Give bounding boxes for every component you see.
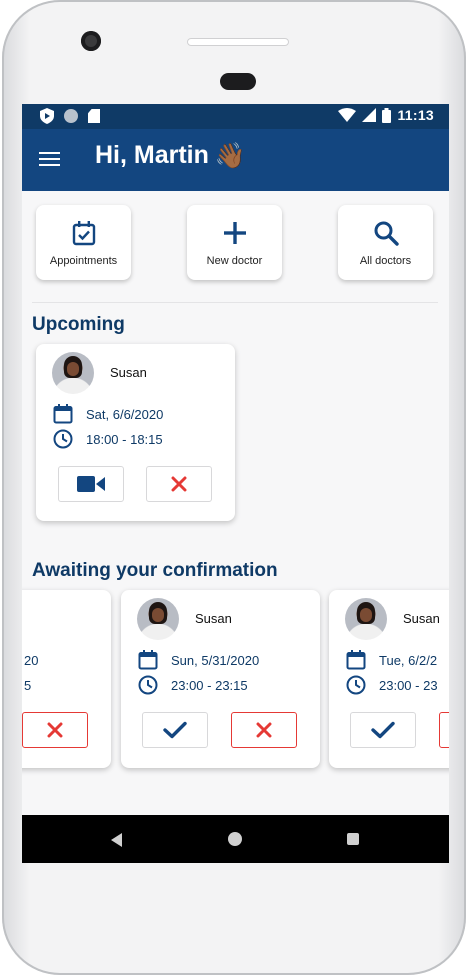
calendar-icon xyxy=(346,650,366,670)
awaiting-card[interactable]: Susan Tue, 6/2/2 23:00 - 23 xyxy=(329,590,449,768)
back-icon[interactable] xyxy=(111,833,122,847)
clock-icon xyxy=(53,429,73,449)
decline-button[interactable] xyxy=(439,712,449,748)
app-screen: 11:13 Hi, Martin 👋🏾 Appointments New doct… xyxy=(22,104,449,863)
awaiting-title: Awaiting your confirmation xyxy=(32,560,278,581)
shield-icon xyxy=(40,108,54,124)
close-icon xyxy=(47,722,63,738)
upcoming-title: Upcoming xyxy=(32,314,125,335)
plus-icon xyxy=(223,222,246,244)
doctor-avatar xyxy=(345,598,387,640)
confirm-button[interactable] xyxy=(350,712,416,748)
appointment-date: Sat, 6/6/2020 xyxy=(86,407,164,422)
checkmark-icon xyxy=(163,721,187,739)
close-icon xyxy=(171,476,187,492)
clock-icon xyxy=(346,675,366,695)
recent-apps-icon[interactable] xyxy=(347,833,359,845)
calendar-check-icon xyxy=(72,221,95,246)
appointment-date: Sun, 5/31/2020 xyxy=(171,653,260,668)
doctor-name: Susan xyxy=(195,611,232,626)
front-camera xyxy=(81,31,101,51)
new-doctor-label: New doctor xyxy=(206,255,263,267)
clock-icon xyxy=(138,675,158,695)
app-header: Hi, Martin 👋🏾 xyxy=(22,129,449,191)
appointments-button[interactable]: Appointments xyxy=(36,205,131,280)
doctor-name: Susan xyxy=(403,611,440,626)
home-icon[interactable] xyxy=(228,832,242,846)
earpiece-speaker xyxy=(187,38,289,46)
video-call-button[interactable] xyxy=(58,466,124,502)
appointment-date: 20 xyxy=(24,653,39,668)
status-bar: 11:13 xyxy=(22,104,449,129)
close-icon xyxy=(256,722,272,738)
circle-icon xyxy=(64,109,78,123)
wifi-icon xyxy=(338,108,357,122)
appointment-date: Tue, 6/2/2 xyxy=(379,653,438,668)
battery-icon xyxy=(382,107,392,123)
system-nav-bar xyxy=(22,815,449,863)
appointment-time: 23:00 - 23:15 xyxy=(171,678,248,693)
search-icon xyxy=(374,221,399,246)
appointment-time: 18:00 - 18:15 xyxy=(86,432,163,447)
proximity-sensor xyxy=(220,73,256,90)
menu-button[interactable] xyxy=(39,152,60,168)
appointment-time: 5 xyxy=(24,678,32,693)
all-doctors-label: All doctors xyxy=(359,255,412,267)
sd-card-icon xyxy=(88,109,100,123)
appointment-time: 23:00 - 23 xyxy=(379,678,438,693)
divider xyxy=(32,302,438,303)
decline-button[interactable] xyxy=(22,712,88,748)
cancel-appointment-button[interactable] xyxy=(146,466,212,502)
doctor-avatar xyxy=(137,598,179,640)
awaiting-card[interactable]: Susan Sun, 5/31/2020 23:00 - 23:15 xyxy=(121,590,320,768)
clock: 11:13 xyxy=(397,107,434,123)
greeting: Hi, Martin 👋🏾 xyxy=(95,141,246,171)
signal-icon xyxy=(362,108,377,122)
all-doctors-button[interactable]: All doctors xyxy=(338,205,433,280)
greeting-text: Hi, Martin xyxy=(95,141,209,169)
checkmark-icon xyxy=(371,721,395,739)
video-camera-icon xyxy=(77,476,105,492)
confirm-button[interactable] xyxy=(142,712,208,748)
waving-hand-icon: 👋🏾 xyxy=(214,141,247,170)
awaiting-card[interactable]: 20 5 xyxy=(22,590,111,768)
upcoming-appointment-card[interactable]: Susan Sat, 6/6/2020 18:00 - 18:15 xyxy=(36,344,235,521)
doctor-avatar xyxy=(52,352,94,394)
decline-button[interactable] xyxy=(231,712,297,748)
new-doctor-button[interactable]: New doctor xyxy=(187,205,282,280)
calendar-icon xyxy=(138,650,158,670)
doctor-name: Susan xyxy=(110,365,147,380)
appointments-label: Appointments xyxy=(49,255,118,267)
calendar-icon xyxy=(53,404,73,424)
